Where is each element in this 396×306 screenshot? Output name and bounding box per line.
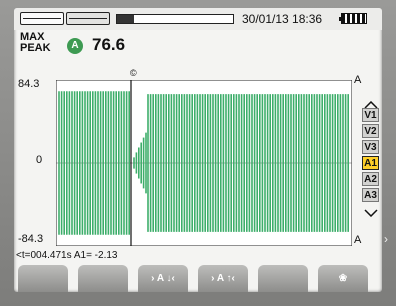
channel-v1[interactable]: V1 <box>362 108 379 122</box>
unit-label-top: A <box>354 74 362 86</box>
softkey-5[interactable] <box>258 265 308 292</box>
channel-a3[interactable]: A3 <box>362 188 379 202</box>
channel-v3[interactable]: V3 <box>362 140 379 154</box>
softkey-1[interactable] <box>18 265 68 292</box>
y-axis-zero-label: 0 <box>36 154 43 166</box>
status-bar: 30/01/13 18:36 <box>14 8 382 30</box>
channel-a2[interactable]: A2 <box>362 172 379 186</box>
channel-badge-icon: A <box>67 38 83 54</box>
cursor-readout: <t=004.471s A1= -2.13 <box>16 250 118 261</box>
battery-icon <box>339 13 367 24</box>
config-button[interactable]: ❀ <box>318 265 368 292</box>
channel-selector: V1 V2 V3 A1 A2 A3 <box>362 108 379 204</box>
recording-progress-bar <box>116 14 234 24</box>
zoom-in-button[interactable]: › A ↑‹ <box>198 265 248 292</box>
channel-up-arrow-icon[interactable] <box>364 96 378 109</box>
y-axis-bottom-label: -84.3 <box>18 233 44 245</box>
device-frame: 30/01/13 18:36 MAX PEAK A 76.6 84.3 0 -8… <box>0 0 396 306</box>
cursor-marker: © <box>130 68 137 78</box>
softkey-2[interactable] <box>78 265 128 292</box>
mode-label-peak: PEAK <box>20 42 51 54</box>
datetime-readout: 30/01/13 18:36 <box>242 12 323 26</box>
softkey-bar: › A ↓‹ › A ↑‹ ❀ <box>14 265 382 292</box>
instrument-screen: 30/01/13 18:36 MAX PEAK A 76.6 84.3 0 -8… <box>14 8 382 292</box>
peak-reading: 76.6 <box>92 35 126 54</box>
channel-a1[interactable]: A1 <box>362 156 379 170</box>
channel-down-arrow-icon[interactable] <box>364 204 378 218</box>
waveform-tab-icon[interactable] <box>20 12 64 25</box>
zoom-out-button[interactable]: › A ↓‹ <box>138 265 188 292</box>
channel-v2[interactable]: V2 <box>362 124 379 138</box>
measurement-mode: MAX PEAK <box>20 32 51 54</box>
side-arrow-icon: › <box>384 232 388 246</box>
waveform-plot[interactable] <box>56 80 352 246</box>
unit-label-bottom: A <box>354 234 362 246</box>
y-axis-top-label: 84.3 <box>18 78 40 90</box>
harmonics-tab-icon[interactable] <box>66 12 110 25</box>
progress-fill <box>117 15 135 23</box>
